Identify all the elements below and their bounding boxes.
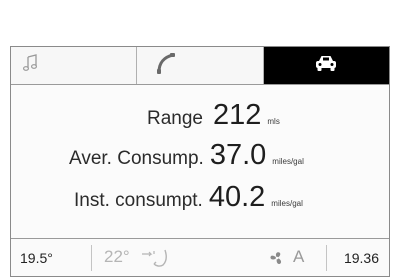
instant-consumption-unit: miles/gal	[271, 199, 303, 208]
phone-handset-icon	[155, 52, 177, 79]
tab-phone[interactable]	[137, 47, 264, 84]
temperature-setting[interactable]: 22°	[104, 247, 130, 267]
fan-mode-auto[interactable]: A	[293, 247, 304, 267]
average-consumption-value: 37.0	[209, 139, 267, 171]
range-value: 212	[213, 99, 262, 131]
fan-icon[interactable]	[268, 250, 286, 271]
music-note-icon	[22, 54, 39, 77]
range-row: Range 212 mls	[147, 99, 280, 132]
divider	[91, 245, 92, 271]
status-bar: 19.5° 22° A 19.36	[11, 238, 389, 276]
range-unit: mls	[267, 117, 280, 126]
trip-info-panel: Range 212 mls Aver. Consump. 37.0 miles/…	[11, 85, 389, 240]
tab-vehicle[interactable]	[263, 47, 389, 84]
temperature-left[interactable]: 19.5°	[20, 250, 53, 266]
tab-audio[interactable]	[11, 47, 138, 84]
instant-consumption-label: Inst. consumpt.	[74, 190, 203, 211]
average-consumption-unit: miles/gal	[272, 157, 304, 166]
average-consumption-label: Aver. Consump.	[69, 148, 204, 169]
instant-consumption-row: Inst. consumpt. 40.2 miles/gal	[74, 181, 303, 214]
divider	[326, 245, 327, 271]
average-consumption-row: Aver. Consump. 37.0 miles/gal	[69, 139, 304, 172]
range-label: Range	[147, 108, 203, 129]
tab-bar	[11, 47, 389, 85]
instant-consumption-value: 40.2	[208, 181, 266, 213]
clock: 19.36	[343, 250, 379, 266]
air-distribution-icon[interactable]	[141, 248, 175, 273]
display-frame: Range 212 mls Aver. Consump. 37.0 miles/…	[10, 46, 390, 277]
car-icon	[314, 54, 338, 77]
